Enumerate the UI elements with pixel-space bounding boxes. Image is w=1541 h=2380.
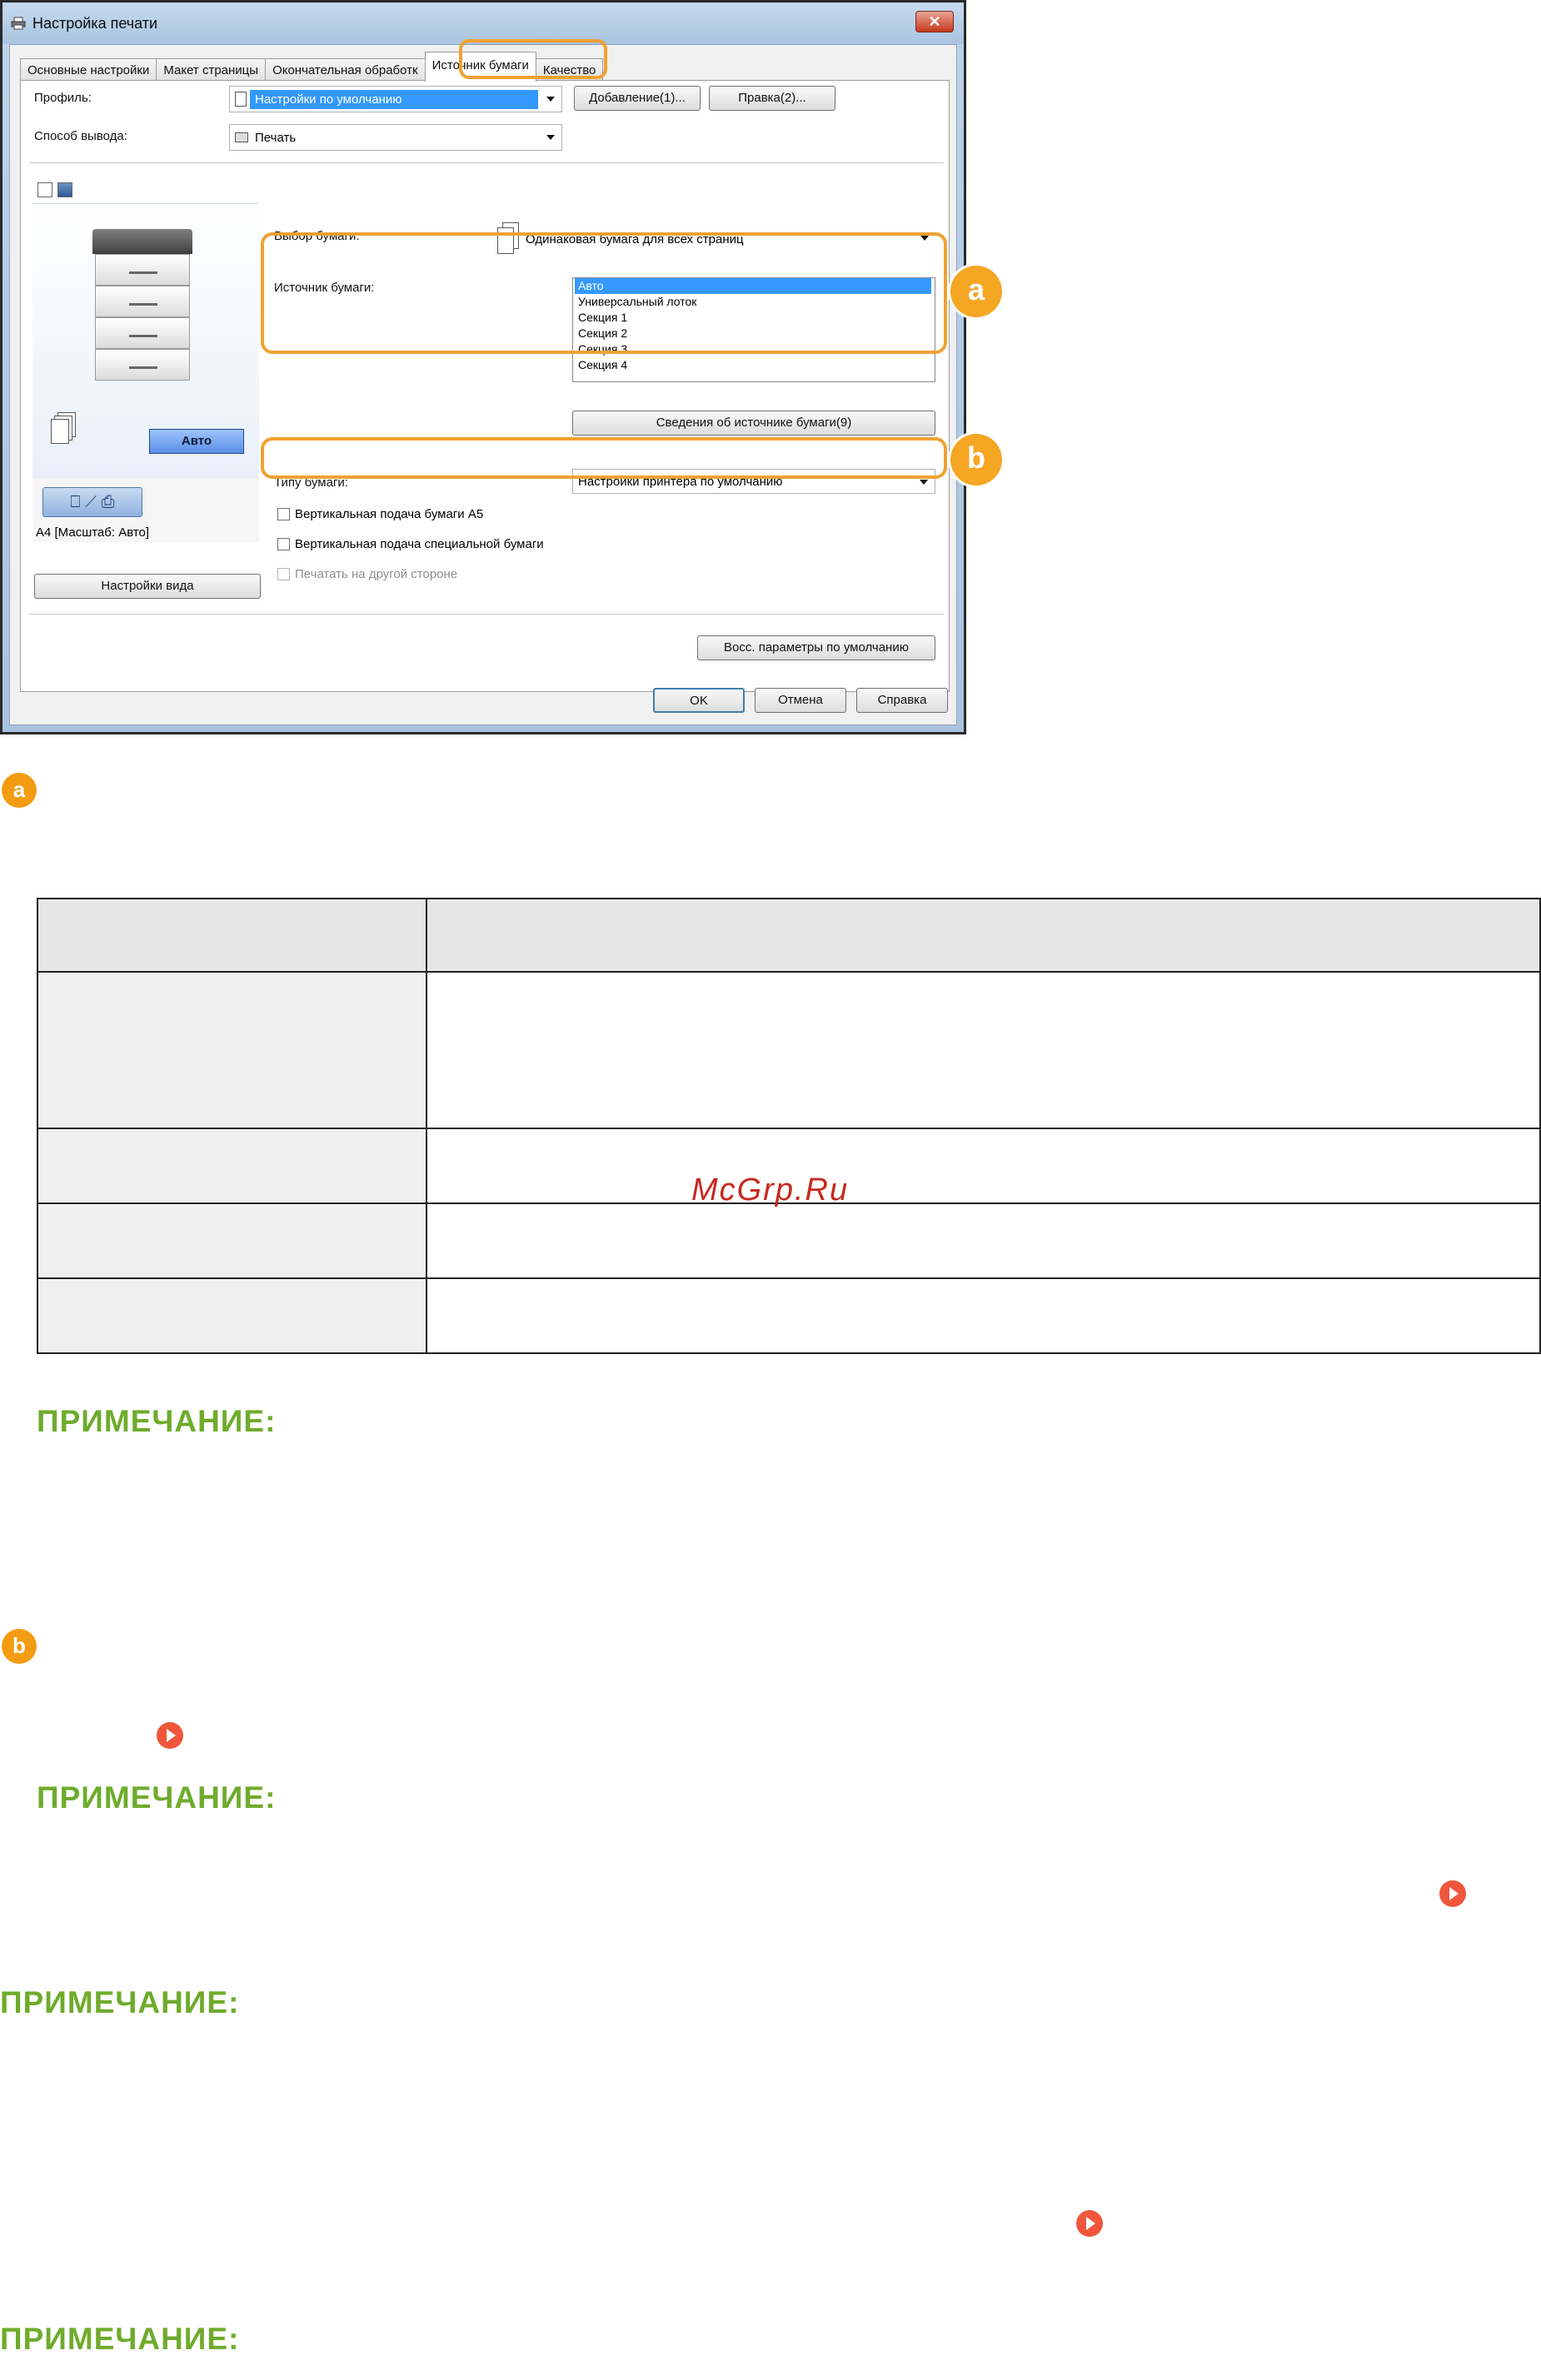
output-method-label: Способ вывода: <box>34 129 127 143</box>
table-row <box>36 1202 1541 1279</box>
preview-auto-button[interactable]: Авто <box>149 429 244 454</box>
dialog-title: Настройка печати <box>32 14 158 32</box>
note-heading: ПРИМЕЧАНИЕ: <box>37 1404 277 1438</box>
ok-button[interactable]: OK <box>653 688 745 713</box>
checkbox-label: Вертикальная подача специальной бумаги <box>295 537 544 551</box>
preview-area: Авто <box>32 204 259 479</box>
table-cell <box>36 1128 428 1204</box>
output-method-value: Печать <box>255 130 297 145</box>
paper-source-option[interactable]: Секция 4 <box>575 357 935 373</box>
paper-type-highlight <box>261 437 947 479</box>
paper-stack-icon <box>51 412 76 446</box>
tab-panel-paper-source: Профиль: Настройки по умолчанию Добавлен… <box>20 80 950 692</box>
divider <box>29 614 944 615</box>
table-row <box>36 1277 1541 1354</box>
checkbox-box <box>277 568 290 580</box>
profile-doc-icon <box>235 92 247 107</box>
paper-source-table <box>36 898 1541 1354</box>
checkbox-label: Печатать на другой стороне <box>295 567 458 581</box>
link-arrow-icon[interactable] <box>1439 1880 1466 1907</box>
checkbox-box[interactable] <box>277 508 290 520</box>
print-settings-dialog: Настройка печати ✕ Основные настройки Ма… <box>0 0 1002 734</box>
table-cell <box>426 1202 1541 1279</box>
table-header-row <box>36 898 1541 973</box>
table-cell <box>426 1128 1541 1204</box>
table-cell <box>36 1277 428 1354</box>
add-profile-button[interactable]: Добавление(1)... <box>574 86 701 111</box>
checkbox-print-other-side: Печатать на другой стороне <box>277 567 457 581</box>
edit-profile-button[interactable]: Правка(2)... <box>709 86 835 111</box>
table-row <box>36 971 1541 1129</box>
preview-toolbar <box>32 176 259 204</box>
callout-b-badge: b <box>950 434 1002 485</box>
note-heading: ПРИМЕЧАНИЕ: <box>0 2322 240 2356</box>
chevron-down-icon <box>546 97 555 102</box>
divider <box>29 162 944 163</box>
dialog-titlebar: Настройка печати ✕ <box>2 2 964 44</box>
profile-select-value: Настройки по умолчанию <box>250 89 538 109</box>
link-arrow-icon[interactable] <box>157 1722 183 1749</box>
note-heading: ПРИМЕЧАНИЕ: <box>0 1985 240 2019</box>
watermark: McGrp.Ru <box>691 1173 850 1207</box>
tab-basic-settings[interactable]: Основные настройки <box>20 58 157 82</box>
view-settings-button[interactable]: Настройки вида <box>34 574 261 599</box>
tab-highlight-frame <box>459 39 607 79</box>
orientation-buttons[interactable]: ⎕ ⟋ ⎙ <box>42 487 142 517</box>
restore-defaults-button[interactable]: Восс. параметры по умолчанию <box>697 635 935 660</box>
profile-label: Профиль: <box>34 91 92 105</box>
tab-finishing[interactable]: Окончательная обработк <box>265 58 426 82</box>
tab-page-layout[interactable]: Макет страницы <box>156 58 267 82</box>
table-cell <box>426 1277 1541 1354</box>
section-a-marker: a <box>2 773 37 808</box>
table-cell <box>426 971 1541 1129</box>
printer-view-icon[interactable] <box>57 182 72 197</box>
paper-source-info-button[interactable]: Сведения об источнике бумаги(9) <box>572 411 935 436</box>
dialog-client: Основные настройки Макет страницы Оконча… <box>9 44 957 725</box>
paper-source-highlight <box>261 232 947 354</box>
printer-illustration <box>92 229 192 391</box>
checkbox-vertical-a5[interactable]: Вертикальная подача бумаги А5 <box>277 507 483 521</box>
printer-icon <box>11 17 26 30</box>
chevron-down-icon <box>546 135 555 140</box>
table-header-cell <box>426 898 1541 973</box>
cancel-button[interactable]: Отмена <box>755 688 846 713</box>
preview-caption: A4 [Масштаб: Авто] <box>36 525 150 540</box>
section-b-marker: b <box>2 1629 37 1664</box>
callout-a-badge: a <box>950 266 1002 317</box>
checkbox-box[interactable] <box>277 538 290 550</box>
table-cell <box>36 971 428 1129</box>
page-view-icon[interactable] <box>37 182 52 197</box>
print-preview-pane: Авто ⎕ ⟋ ⎙ A4 [Масштаб: Авто] <box>32 176 259 542</box>
chevron-down-icon <box>920 480 928 485</box>
link-arrow-icon[interactable] <box>1076 2210 1103 2237</box>
table-header-cell <box>36 898 428 973</box>
table-cell <box>36 1202 428 1279</box>
note-heading: ПРИМЕЧАНИЕ: <box>37 1780 277 1815</box>
profile-select[interactable]: Настройки по умолчанию <box>229 86 562 112</box>
output-method-select[interactable]: Печать <box>229 124 562 151</box>
close-button[interactable]: ✕ <box>915 11 954 32</box>
checkbox-vertical-special[interactable]: Вертикальная подача специальной бумаги <box>277 537 544 551</box>
checkbox-label: Вертикальная подача бумаги А5 <box>295 507 484 521</box>
printer-small-icon <box>235 132 248 142</box>
help-button[interactable]: Справка <box>856 688 948 713</box>
